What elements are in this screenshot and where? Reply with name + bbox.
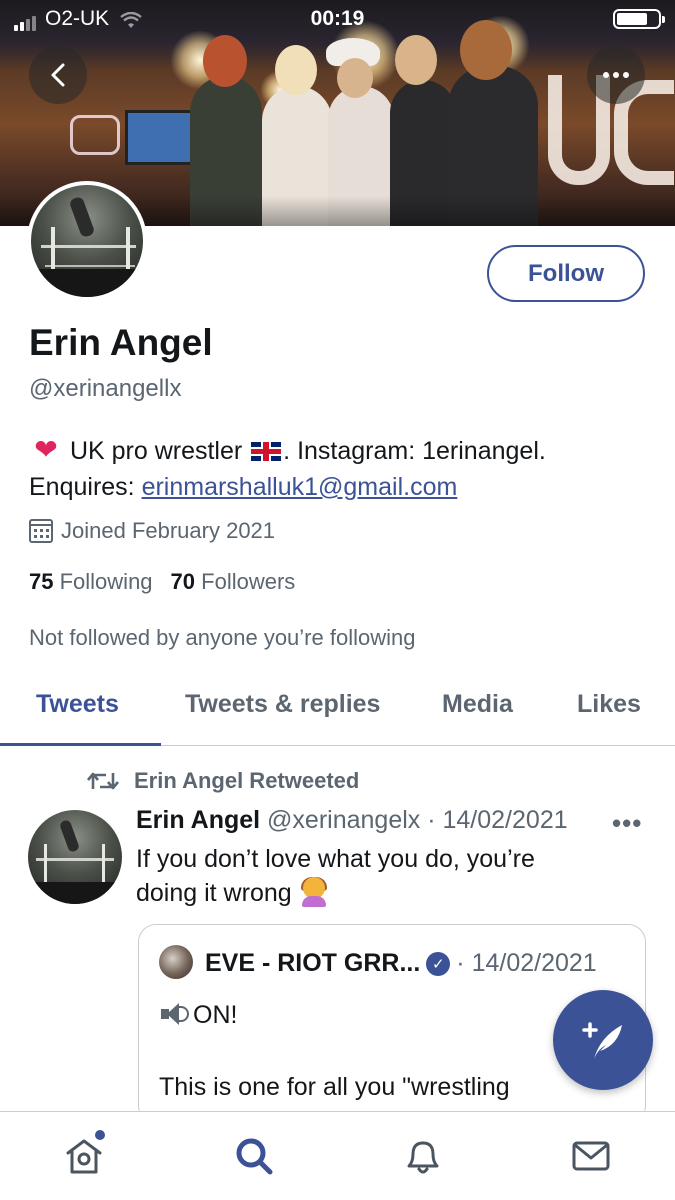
tab-tweets-replies[interactable]: Tweets & replies	[185, 690, 380, 719]
more-options-button[interactable]	[587, 46, 645, 104]
follow-button[interactable]: Follow	[487, 245, 645, 302]
nav-messages[interactable]	[569, 1134, 613, 1178]
status-bar: O2-UK 00:19	[0, 0, 675, 38]
profile-handle: @xerinangellx	[29, 375, 182, 402]
search-icon	[236, 1138, 273, 1175]
profile-avatar[interactable]	[27, 181, 147, 301]
quoted-avatar	[159, 945, 193, 979]
mail-icon	[572, 1141, 610, 1171]
home-icon	[66, 1139, 102, 1174]
nav-search[interactable]	[232, 1134, 276, 1178]
verified-badge-icon: ✓	[426, 951, 451, 976]
battery-icon	[613, 9, 665, 29]
email-link[interactable]: erinmarshalluk1@gmail.com	[142, 473, 458, 501]
tweet-avatar[interactable]	[28, 810, 122, 904]
nav-home[interactable]	[62, 1134, 106, 1178]
quoted-line-2: This is one for all you "wrestling	[159, 1073, 510, 1101]
following-stat[interactable]: 75 Following	[29, 569, 153, 595]
bell-icon	[407, 1141, 439, 1174]
uk-flag-icon	[251, 442, 282, 461]
followers-stat[interactable]: 70 Followers	[171, 569, 296, 595]
nav-notifications[interactable]	[401, 1134, 445, 1178]
compose-tweet-icon	[582, 1022, 622, 1059]
tweet-text-line-2: doing it wrong	[136, 879, 299, 907]
followers-label: Followers	[201, 569, 296, 594]
tab-likes[interactable]: Likes	[577, 690, 641, 719]
followers-count: 70	[170, 569, 196, 594]
tweet-header: Erin Angel @xerinangelx · 14/02/2021	[136, 806, 568, 835]
back-button[interactable]	[29, 46, 87, 104]
profile-bio: ❤ UK pro wrestler . Instagram: 1erinange…	[29, 432, 659, 505]
not-followed-note: Not followed by anyone you’re following	[29, 625, 416, 650]
status-time: 00:19	[310, 7, 365, 30]
quoted-line-1: ON!	[193, 1001, 238, 1029]
quoted-author-name: EVE - RIOT GRR...	[205, 949, 421, 977]
tweet-text: If you don’t love what you do, you’re do…	[136, 842, 656, 910]
profile-name: Erin Angel	[29, 322, 213, 363]
bottom-navigation	[0, 1111, 675, 1200]
calendar-icon	[29, 519, 53, 543]
active-tab-indicator	[0, 743, 161, 746]
follow-stats: 75 Following 70 Followers	[29, 569, 295, 595]
more-dots-icon	[603, 72, 629, 78]
tweet-meta: @xerinangelx · 14/02/2021	[267, 806, 568, 834]
bio-text-2: . Instagram: 1erinangel.	[283, 437, 546, 465]
tweet-text-line-1: If you don’t love what you do, you’re	[136, 845, 535, 873]
following-count: 75	[29, 569, 54, 594]
heart-icon: ❤	[34, 434, 58, 465]
retweet-icon	[87, 772, 119, 790]
bio-text-1: UK pro wrestler	[69, 437, 243, 465]
following-label: Following	[59, 569, 153, 594]
home-notification-dot	[95, 1130, 105, 1140]
profile-tabs: Tweets Tweets & replies Media Likes	[0, 680, 675, 746]
joined-date: Joined February 2021	[29, 518, 275, 544]
tweet-more-button[interactable]: •••	[612, 808, 642, 839]
tweet-author-name[interactable]: Erin Angel	[136, 806, 260, 834]
speaker-icon	[159, 1001, 193, 1027]
joined-text: Joined February 2021	[61, 518, 276, 543]
tab-media[interactable]: Media	[442, 690, 513, 719]
back-arrow-icon	[51, 63, 65, 87]
retweet-context: Erin Angel Retweeted	[86, 768, 359, 794]
quoted-meta: · 14/02/2021	[456, 949, 597, 977]
compose-tweet-button[interactable]	[553, 990, 653, 1090]
retweet-label: Erin Angel Retweeted	[134, 768, 360, 793]
enquires-label: Enquires:	[29, 473, 142, 501]
tab-tweets[interactable]: Tweets	[36, 690, 119, 719]
person-tipping-hand-icon	[299, 877, 329, 907]
